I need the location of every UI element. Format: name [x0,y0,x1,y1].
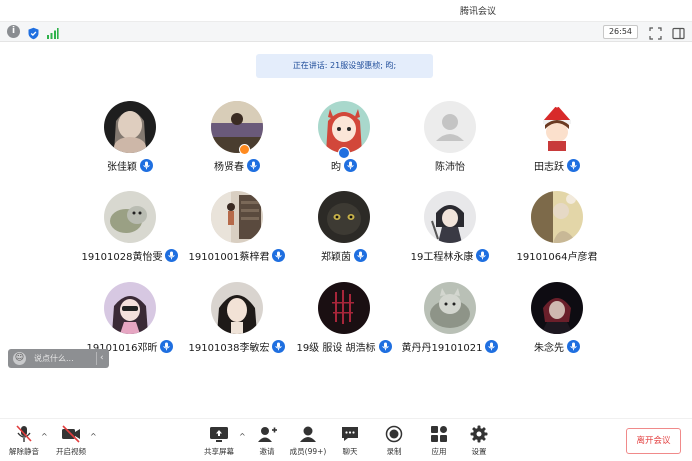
participant-avatar [211,101,263,153]
shield-icon[interactable] [27,25,40,40]
invite-button[interactable]: 邀请 [245,425,289,461]
participant-avatar [424,282,476,334]
camera-off-icon [60,425,82,443]
chat-bubble-icon [339,425,361,443]
apps-grid-icon [428,425,450,443]
participant-tile[interactable]: 朱念先 [492,282,622,374]
network-signal-icon[interactable] [46,25,59,39]
share-screen-button[interactable]: 共享屏幕 [197,425,241,461]
video-options-chevron-up-icon[interactable]: ^ [90,432,97,441]
microphone-icon [567,158,580,172]
chat-input-placeholder[interactable]: 说点什么... [34,349,74,368]
participant-name-row: 朱念先 [472,338,642,354]
participant-name: 郑颖茵 [321,251,351,263]
participant-avatar [211,282,263,334]
meeting-info-icon[interactable]: i [7,25,20,38]
settings-label: 设置 [471,447,487,456]
leave-meeting-button[interactable]: 离开会议 [626,428,681,454]
participant-avatar [318,191,370,243]
participant-name: 19101064卢彦君 [516,251,598,263]
participant-tile[interactable]: 19101064卢彦君 [492,191,622,283]
chevron-left-icon[interactable]: ‹ [100,349,104,368]
participant-avatar [531,282,583,334]
participant-name: 昀 [331,161,341,173]
settings-button[interactable]: 设置 [457,425,501,461]
participant-avatar [531,101,583,153]
microphone-icon [567,339,580,353]
participant-name-row: 田志跃 [472,157,642,173]
share-screen-label: 共享屏幕 [204,447,234,456]
members-icon [297,425,319,443]
participant-avatar [104,101,156,153]
speaking-banner: 正在讲话: 21服设邹惠桢; 昀; [256,54,433,78]
participant-tile[interactable]: 田志跃 [492,101,622,193]
unmute-label: 解除静音 [9,447,39,456]
meeting-status-bar: i 26:54 [0,22,692,42]
participant-name: 陈沛怡 [435,161,465,173]
window-titlebar: 腾讯会议 [0,0,692,22]
chat-button[interactable]: 聊天 [328,425,372,461]
members-label: 成员(99+) [289,447,327,456]
add-user-icon [256,425,278,443]
participant-name-row: 19101064卢彦君 [472,247,642,263]
participant-avatar [424,191,476,243]
members-button[interactable]: 成员(99+) [286,425,330,461]
apps-button[interactable]: 应用 [417,425,461,461]
participant-avatar [531,191,583,243]
microphone-icon [344,158,357,172]
start-video-label: 开启视频 [56,447,86,456]
participant-name: 19101038李敏宏 [188,342,270,354]
window-title: 腾讯会议 [459,7,496,17]
gear-icon [468,425,490,443]
microphone-muted-icon [13,425,35,443]
emoji-icon[interactable]: ☺ [13,352,26,365]
divider [96,352,97,365]
share-screen-icon [208,425,230,443]
record-button[interactable]: 录制 [372,425,416,461]
participant-avatar [104,191,156,243]
chat-input-box[interactable]: ☺ 说点什么... ‹ [8,349,109,368]
audio-options-chevron-up-icon[interactable]: ^ [41,432,48,441]
participant-avatar [211,191,263,243]
participant-name: 19101001蔡梓君 [188,251,270,263]
meeting-timer: 26:54 [603,25,638,39]
invite-label: 邀请 [259,447,275,456]
participant-name: 杨贤春 [214,161,244,173]
participant-avatar [424,101,476,153]
apps-label: 应用 [431,447,447,456]
record-icon [383,425,405,443]
cohost-badge-icon [239,144,250,155]
participant-name: 田志跃 [534,161,564,173]
record-label: 录制 [386,447,402,456]
participant-avatar [104,282,156,334]
layout-switch-icon[interactable] [672,25,685,40]
participant-name: 19工程林永康 [410,251,474,263]
participant-name: 19101028黄怡雯 [81,251,163,263]
bottom-toolbar: 解除静音 ^ 开启视频 ^ 共享屏幕 ^ 邀请 成员(99+) 聊天 录制 应用… [0,418,692,461]
participant-name: 朱念先 [534,342,564,354]
participant-avatar [318,101,370,153]
participant-name: 黄丹丹19101021 [401,342,483,354]
chat-label: 聊天 [342,447,358,456]
start-video-button[interactable]: 开启视频 [49,425,93,461]
fullscreen-icon[interactable] [649,25,662,40]
participant-name: 张佳颖 [107,161,137,173]
participant-avatar [318,282,370,334]
participant-name: 19级 服设 胡浩标 [296,342,376,354]
unmute-button[interactable]: 解除静音 [2,425,46,461]
